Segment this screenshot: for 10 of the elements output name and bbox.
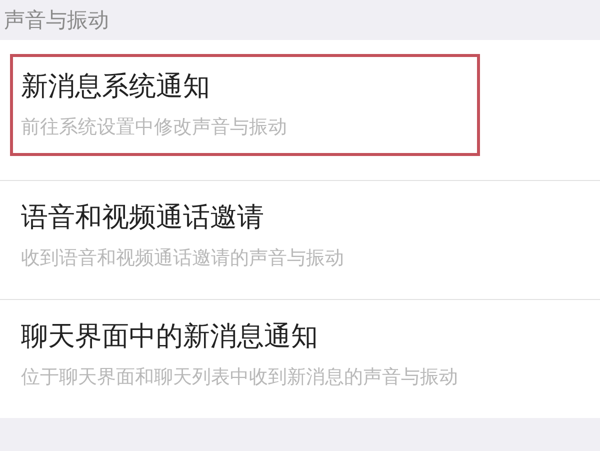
item-subtitle: 收到语音和视频通话邀请的声音与振动 xyxy=(21,246,345,271)
item-subtitle: 位于聊天界面和聊天列表中收到新消息的声音与振动 xyxy=(21,365,459,390)
item-subtitle: 前往系统设置中修改声音与振动 xyxy=(21,115,288,140)
settings-item[interactable]: 新消息系统通知 前往系统设置中修改声音与振动 xyxy=(10,54,480,156)
item-title: 新消息系统通知 xyxy=(21,70,211,104)
item-title: 语音和视频通话邀请 xyxy=(21,201,265,235)
settings-item[interactable]: 语音和视频通话邀请 收到语音和视频通话邀请的声音与振动 xyxy=(10,185,480,287)
section-title: 声音与振动 xyxy=(4,7,109,34)
item-title: 聊天界面中的新消息通知 xyxy=(21,320,319,354)
settings-item[interactable]: 聊天界面中的新消息通知 位于聊天界面和聊天列表中收到新消息的声音与振动 xyxy=(10,304,480,406)
